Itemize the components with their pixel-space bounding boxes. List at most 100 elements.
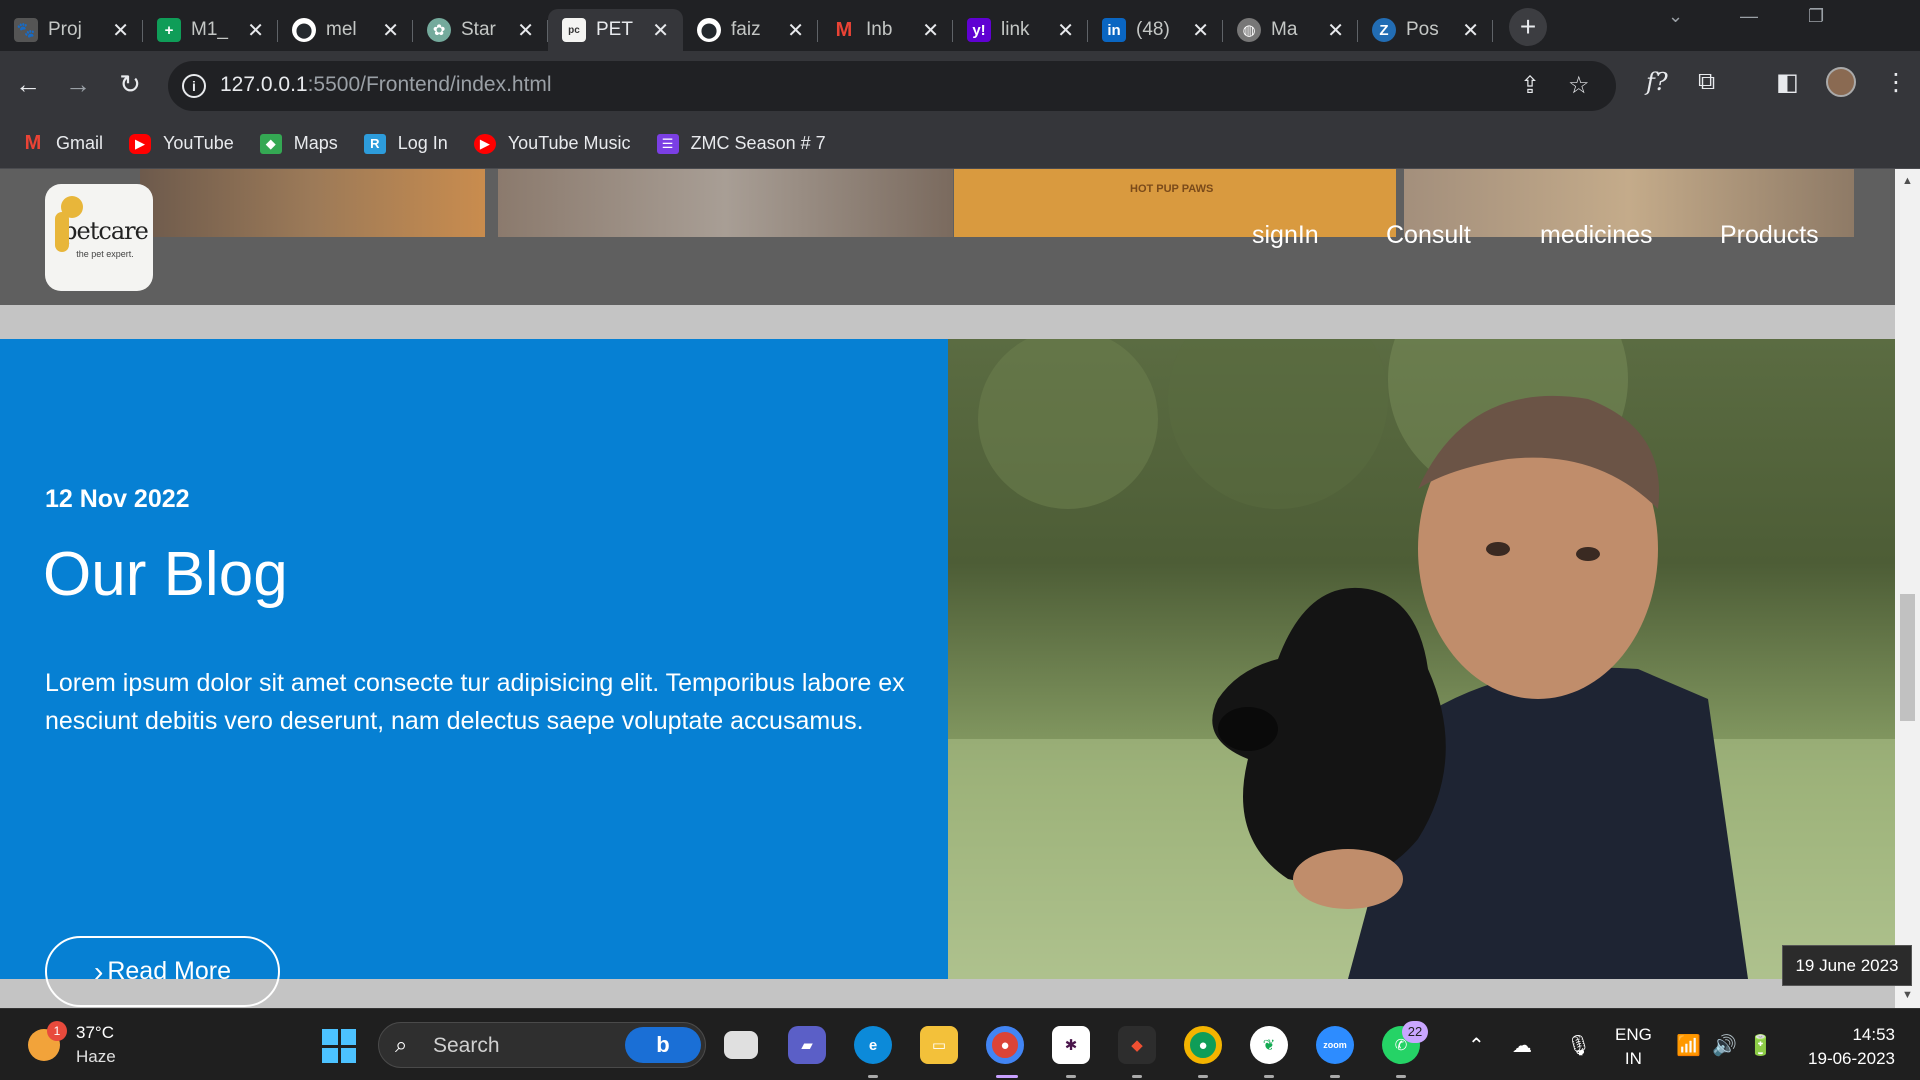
minimize-icon[interactable]: — (1740, 6, 1758, 27)
bing-icon[interactable]: b (625, 1027, 701, 1063)
side-panel-icon[interactable]: ◧ (1776, 68, 1799, 97)
scrollbar-thumb[interactable] (1900, 594, 1915, 721)
battery-icon[interactable]: 🔋 (1748, 1033, 1773, 1058)
microphone-icon[interactable]: 🎙 (1566, 1033, 1591, 1058)
zoho-icon: Z (1372, 18, 1396, 42)
tab-search-icon[interactable]: ⌄ (1668, 6, 1683, 27)
scroll-up-arrow-icon[interactable]: ▲ (1902, 175, 1913, 187)
weather-temperature[interactable]: 37°C (76, 1023, 114, 1043)
paw-logo-stroke (55, 212, 69, 252)
address-bar[interactable]: i 127.0.0.1:5500/Frontend/index.html ⇪ ☆ (168, 61, 1616, 111)
nav-consult[interactable]: Consult (1386, 221, 1471, 250)
page-scrollbar[interactable]: ▲ ▼ (1895, 169, 1920, 1008)
close-icon[interactable]: ✕ (787, 18, 804, 43)
formula-extension-icon[interactable]: f? (1646, 68, 1668, 96)
tab-7[interactable]: y! link ✕ (953, 9, 1088, 51)
tab-8[interactable]: in (48) ✕ (1088, 9, 1223, 51)
close-icon[interactable]: ✕ (1192, 18, 1209, 43)
tab-4-active[interactable]: pc PET ✕ (548, 9, 683, 51)
back-arrow-icon[interactable]: ← (12, 69, 44, 100)
globe-icon: ◍ (1237, 18, 1261, 42)
close-icon[interactable]: ✕ (247, 18, 264, 43)
tab-3[interactable]: ✿ Star ✕ (413, 9, 548, 51)
chrome-icon[interactable]: ● (986, 1026, 1024, 1064)
nav-signin[interactable]: signIn (1252, 221, 1319, 250)
taskbar-search[interactable]: ⌕ Search b (378, 1022, 706, 1068)
tab-label: faiz (731, 19, 761, 40)
mongodb-icon[interactable]: ❦ (1250, 1026, 1288, 1064)
bookmark-youtube[interactable]: ▶ YouTube (129, 133, 234, 154)
bookmark-login[interactable]: R Log In (363, 133, 448, 154)
logo-name: petcare (62, 216, 149, 245)
wifi-icon[interactable]: 📶 (1676, 1033, 1701, 1058)
gmail-icon: M (24, 132, 42, 154)
scroll-down-arrow-icon[interactable]: ▼ (1902, 989, 1913, 1001)
language-indicator[interactable]: ENG IN (1615, 1023, 1652, 1071)
read-more-button[interactable]: › Read More (45, 936, 280, 1007)
tab-label: Star (461, 19, 496, 40)
bookmark-youtube-music[interactable]: ▶ YouTube Music (473, 133, 631, 154)
tab-label: (48) (1136, 19, 1170, 40)
search-icon: ⌕ (395, 1032, 408, 1057)
task-view-icon[interactable] (724, 1031, 758, 1059)
file-explorer-icon[interactable]: ▭ (920, 1026, 958, 1064)
onedrive-cloud-icon[interactable]: ☁ (1512, 1033, 1532, 1058)
bookmark-label: Maps (293, 133, 338, 153)
chevron-right-icon: › (94, 955, 104, 987)
header-photo-banner: HOT PUP PAWS (954, 169, 1396, 237)
url-text[interactable]: 127.0.0.1:5500/Frontend/index.html (220, 73, 552, 97)
tab-2[interactable]: ⬤ mel ✕ (278, 9, 413, 51)
close-icon[interactable]: ✕ (1057, 18, 1074, 43)
close-icon[interactable]: ✕ (1327, 18, 1344, 43)
date-tooltip: 19 June 2023 (1782, 945, 1912, 986)
bookmark-maps[interactable]: ◆ Maps (259, 133, 338, 154)
extensions-puzzle-icon[interactable]: ⧉ (1698, 68, 1715, 96)
petcare-logo[interactable]: petcare the pet expert. (45, 184, 153, 291)
nav-products[interactable]: Products (1720, 221, 1819, 250)
header-photo-vet (498, 169, 953, 237)
github-icon: ⬤ (697, 18, 721, 42)
bookmark-label: YouTube (163, 133, 234, 153)
site-info-icon[interactable]: i (182, 74, 206, 98)
reload-icon[interactable]: ↻ (114, 69, 146, 100)
share-icon[interactable]: ⇪ (1520, 71, 1540, 100)
tab-9[interactable]: ◍ Ma ✕ (1223, 9, 1358, 51)
nav-medicines[interactable]: medicines (1540, 221, 1653, 250)
chat-icon[interactable]: ▰ (788, 1026, 826, 1064)
close-icon[interactable]: ✕ (922, 18, 939, 43)
close-icon[interactable]: ✕ (112, 18, 129, 43)
close-icon[interactable]: ✕ (652, 18, 669, 43)
profile-avatar[interactable] (1826, 67, 1856, 97)
close-icon[interactable]: ✕ (517, 18, 534, 43)
blog-section: 12 Nov 2022 Our Blog Lorem ipsum dolor s… (0, 339, 948, 1007)
restore-icon[interactable]: ❐ (1808, 6, 1824, 27)
weather-condition[interactable]: Haze (76, 1047, 116, 1067)
windows-start-icon[interactable] (322, 1029, 356, 1063)
browser-toolbar: ← → ↻ i 127.0.0.1:5500/Frontend/index.ht… (0, 51, 1920, 119)
forward-arrow-icon[interactable]: → (62, 69, 94, 100)
tab-0[interactable]: 🐾 Proj ✕ (0, 9, 143, 51)
show-hidden-icons-chevron-icon[interactable]: ⌃ (1468, 1033, 1485, 1058)
tab-10[interactable]: Z Pos ✕ (1358, 9, 1493, 51)
blog-date: 12 Nov 2022 (45, 485, 190, 513)
close-icon[interactable]: ✕ (1462, 18, 1479, 43)
edge-icon[interactable]: e (854, 1026, 892, 1064)
chrome-profile-icon[interactable]: ● (1184, 1026, 1222, 1064)
slack-icon[interactable]: ✱ (1052, 1026, 1090, 1064)
tab-6[interactable]: M Inb ✕ (818, 9, 953, 51)
bookmark-zmc-season-7[interactable]: ☰ ZMC Season # 7 (656, 133, 826, 154)
close-icon[interactable]: ✕ (382, 18, 399, 43)
yahoo-icon: y! (967, 18, 991, 42)
tab-1[interactable]: + M1_ ✕ (143, 9, 278, 51)
more-menu-icon[interactable]: ⋮ (1884, 68, 1908, 97)
git-icon[interactable]: ◆ (1118, 1026, 1156, 1064)
bookmark-gmail[interactable]: M Gmail (22, 132, 103, 154)
zoom-icon[interactable]: zoom (1316, 1026, 1354, 1064)
volume-icon[interactable]: 🔊 (1712, 1033, 1737, 1058)
bookmark-star-icon[interactable]: ☆ (1568, 71, 1590, 100)
blog-photo-man-with-puppy (948, 339, 1895, 979)
new-tab-button[interactable]: + (1509, 7, 1547, 46)
tab-5[interactable]: ⬤ faiz ✕ (683, 9, 818, 51)
system-clock[interactable]: 14:53 19-06-2023 (1795, 1023, 1895, 1071)
tab-label: M1_ (191, 19, 228, 40)
